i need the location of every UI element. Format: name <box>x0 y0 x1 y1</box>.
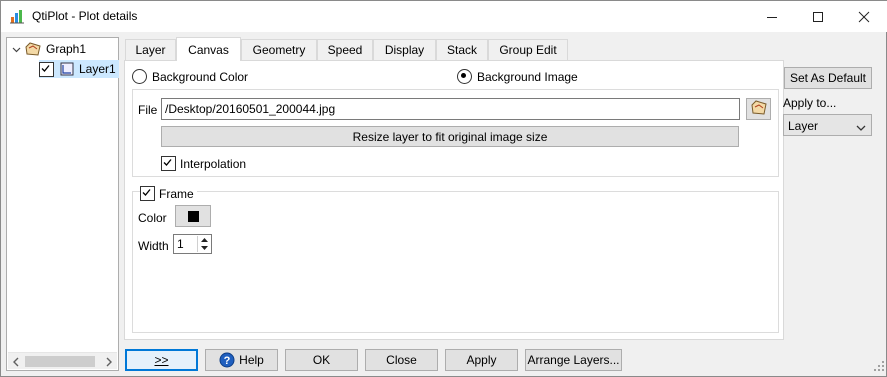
tree-item-layer1[interactable]: Layer1 <box>39 60 119 78</box>
set-as-default-button[interactable]: Set As Default <box>784 67 872 89</box>
layer-visible-checkbox[interactable] <box>39 61 54 77</box>
chevron-down-icon[interactable] <box>9 45 23 54</box>
frame-checkbox-row[interactable]: Frame <box>140 186 197 201</box>
resize-to-image-button[interactable]: Resize layer to fit original image size <box>161 126 739 147</box>
apply-to-label: Apply to... <box>783 96 837 110</box>
tab-layer[interactable]: Layer <box>125 39 176 60</box>
expand-label: >> <box>154 353 169 367</box>
interpolation-label: Interpolation <box>180 156 247 171</box>
tab-label: Geometry <box>252 43 306 57</box>
tab-canvas[interactable]: Canvas <box>176 37 241 61</box>
tab-label: Speed <box>327 43 363 57</box>
frame-checkbox[interactable] <box>140 186 155 201</box>
tree-horizontal-scrollbar[interactable] <box>8 352 117 369</box>
width-value: 1 <box>177 237 184 251</box>
width-label: Width <box>138 239 169 253</box>
close-button[interactable]: Close <box>365 349 438 371</box>
app-icon <box>9 8 25 24</box>
spin-down-icon[interactable] <box>198 244 210 252</box>
file-label: File <box>138 103 158 117</box>
background-color-radio[interactable]: Background Color <box>132 69 248 84</box>
expand-button[interactable]: >> <box>125 349 198 371</box>
svg-text:?: ? <box>224 355 231 367</box>
radio-indicator[interactable] <box>457 69 472 84</box>
tree-item-label: Layer1 <box>79 62 116 76</box>
background-image-group: File /Desktop/20160501_200044.jpg Resize… <box>132 89 779 177</box>
tab-label: Layer <box>135 43 166 57</box>
window-title: QtiPlot - Plot details <box>32 9 138 23</box>
tab-geometry[interactable]: Geometry <box>241 39 317 60</box>
apply-to-select[interactable]: Layer <box>783 114 872 136</box>
chevron-left-icon[interactable] <box>12 356 20 370</box>
help-button[interactable]: ? Help <box>205 349 278 371</box>
background-image-label: Background Image <box>477 69 578 84</box>
tab-label: Group Edit <box>499 43 557 57</box>
chevron-right-icon[interactable] <box>105 356 113 370</box>
spin-up-icon[interactable] <box>198 236 210 244</box>
tab-display[interactable]: Display <box>373 39 436 60</box>
interpolation-checkbox-row[interactable]: Interpolation <box>161 156 246 171</box>
frame-label: Frame <box>159 186 194 201</box>
color-swatch <box>187 210 199 222</box>
color-label: Color <box>138 211 167 225</box>
tab-label: Canvas <box>188 42 229 57</box>
help-label: Help <box>239 353 264 367</box>
tree-item-label: Graph1 <box>46 42 87 56</box>
apply-to-value: Layer <box>788 119 819 133</box>
browse-file-button[interactable] <box>746 98 771 120</box>
interpolation-checkbox[interactable] <box>161 156 176 171</box>
minimize-button[interactable] <box>749 1 795 32</box>
tab-label: Stack <box>446 43 477 57</box>
canvas-tab-panel: Background Color Background Image File /… <box>124 60 784 340</box>
tree-item-graph1[interactable]: Graph1 <box>9 40 86 58</box>
chevron-down-icon[interactable] <box>856 121 866 135</box>
frame-color-button[interactable] <box>175 205 211 227</box>
scrollbar-thumb[interactable] <box>25 356 95 367</box>
frame-group: Frame Color Width 1 <box>132 186 779 333</box>
background-color-label: Background Color <box>152 69 249 84</box>
radio-indicator[interactable] <box>132 69 147 84</box>
title-bar: QtiPlot - Plot details <box>1 1 887 32</box>
ok-button[interactable]: OK <box>285 349 358 371</box>
tab-speed[interactable]: Speed <box>317 39 373 60</box>
frame-width-spinbox[interactable]: 1 <box>173 234 212 254</box>
layer-tree[interactable]: Graph1 Layer1 <box>6 37 119 371</box>
layer-icon <box>57 62 77 76</box>
help-icon: ? <box>219 352 235 368</box>
spin-buttons[interactable] <box>197 236 210 252</box>
graph-icon <box>23 42 43 56</box>
resize-grip-icon[interactable] <box>874 360 884 374</box>
close-window-button[interactable] <box>841 1 887 32</box>
file-path-input[interactable]: /Desktop/20160501_200044.jpg <box>161 98 740 120</box>
tab-group-edit[interactable]: Group Edit <box>488 39 568 60</box>
maximize-button[interactable] <box>795 1 841 32</box>
background-image-radio[interactable]: Background Image <box>457 69 578 84</box>
tab-label: Display <box>384 43 425 57</box>
tab-stack[interactable]: Stack <box>436 39 488 60</box>
apply-button[interactable]: Apply <box>445 349 518 371</box>
plot-details-window: QtiPlot - Plot details Graph1 Layer1 Lay… <box>0 0 887 377</box>
folder-open-icon <box>750 100 768 118</box>
arrange-layers-button[interactable]: Arrange Layers... <box>525 349 622 371</box>
